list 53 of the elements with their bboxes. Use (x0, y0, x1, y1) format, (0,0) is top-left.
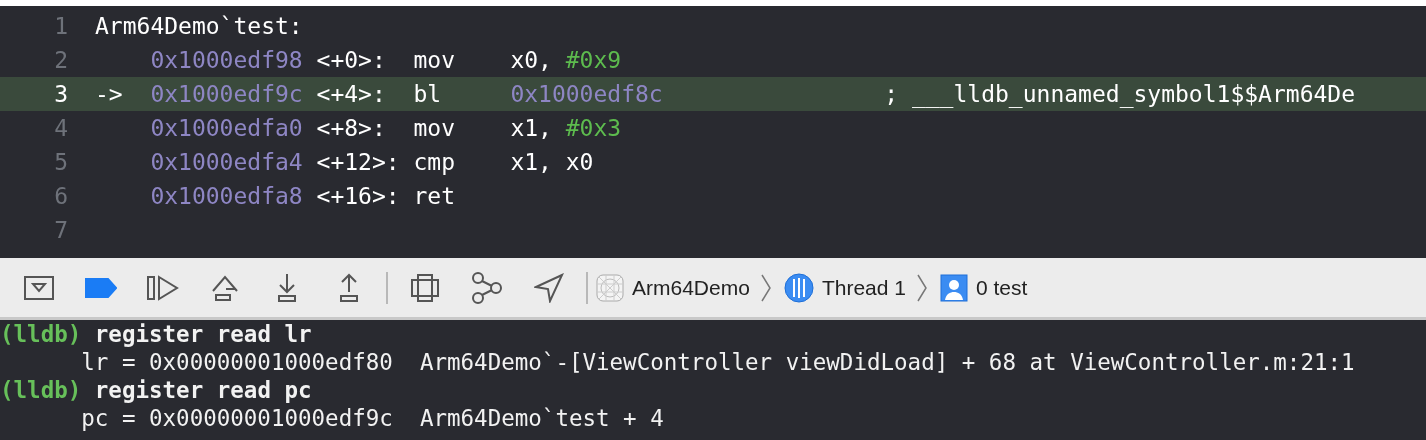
pc-arrow: -> (95, 81, 123, 107)
step-over-icon (210, 273, 240, 302)
step-out-icon (337, 272, 361, 303)
mnemonic: mov (413, 115, 455, 141)
mnemonic: ret (413, 183, 455, 209)
instruction-address: 0x1000edfa0 (150, 115, 303, 141)
console-toggle-icon (24, 275, 54, 300)
function-label: Arm64Demo`test: (95, 13, 303, 39)
operand: #0x9 (565, 47, 622, 73)
instruction-address: 0x1000edf9c (150, 81, 303, 107)
instruction-offset: <+4>: (316, 81, 386, 107)
instruction-address: 0x1000edf98 (150, 47, 303, 73)
mnemonic: cmp (413, 149, 455, 175)
breadcrumb-item[interactable]: 0 test (937, 273, 1030, 302)
instruction-address: 0x1000edfa4 (150, 149, 303, 175)
user-icon (939, 273, 968, 302)
instruction-offset: <+16>: (316, 183, 400, 209)
operand: #0x3 (565, 115, 622, 141)
thread-icon (783, 272, 814, 303)
mnemonic: mov (413, 47, 455, 73)
line-number: 6 (53, 183, 68, 209)
chevron-icon (759, 272, 772, 303)
console-output-line: lr = 0x00000001000edf80 Arm64Demo`-[ViewController viewDidLoad] + 68 at ViewController.m:21:1 (80, 349, 1355, 375)
instruction-offset: <+8>: (316, 115, 386, 141)
operand: x0, (510, 47, 553, 73)
instruction-offset: <+12>: (316, 149, 400, 175)
console-command: register read lr (94, 321, 312, 347)
operand: x1, (510, 115, 553, 141)
step-into-icon (275, 272, 299, 303)
line-number: 7 (53, 217, 68, 243)
line-number: 1 (53, 13, 68, 39)
operand: x1, x0 (510, 149, 594, 175)
lldb-prompt: (lldb) (0, 321, 82, 347)
view-hierarchy-icon (411, 273, 439, 302)
lldb-prompt: (lldb) (0, 377, 82, 403)
operand: 0x1000edf8c (510, 81, 663, 107)
location-icon (534, 272, 564, 303)
line-number: 5 (53, 149, 68, 175)
console-output-line: pc = 0x00000001000edf9c Arm64Demo`test + 4 (80, 405, 664, 431)
line-number: 4 (53, 115, 68, 141)
line-number: 2 (53, 47, 68, 73)
memory-graph-icon (471, 271, 503, 304)
line-number: 3 (53, 81, 68, 107)
app-icon (596, 273, 624, 302)
breadcrumb-item[interactable]: Arm64Demo (594, 273, 752, 302)
mnemonic: bl (413, 81, 442, 107)
continue-icon (147, 274, 179, 301)
instruction-offset: <+0>: (316, 47, 386, 73)
breadcrumb-item[interactable]: Thread 1 (781, 272, 908, 303)
instruction-comment: ; ___lldb_unnamed_symbol1$$Arm64De (884, 81, 1356, 107)
chevron-icon (915, 272, 928, 303)
instruction-address: 0x1000edfa8 (150, 183, 303, 209)
console-command: register read pc (94, 377, 312, 403)
